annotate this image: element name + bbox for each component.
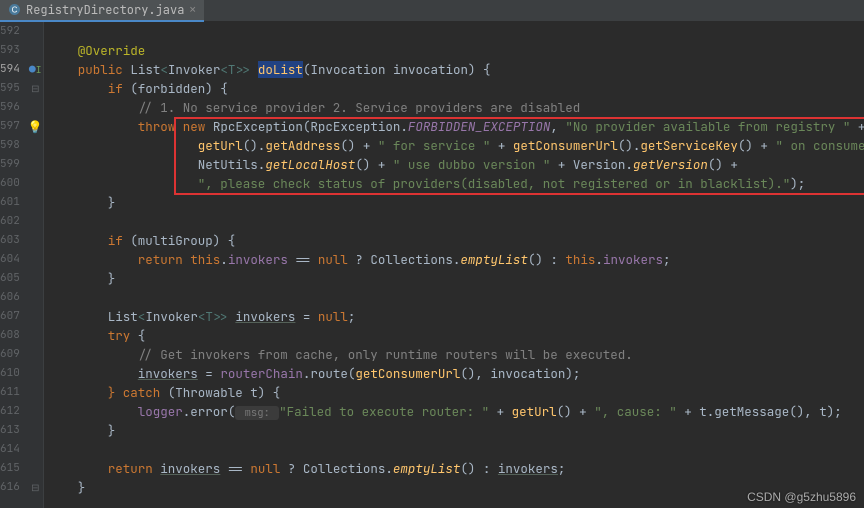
fold-icon[interactable]: ⊟ bbox=[30, 481, 40, 494]
file-tab-label: RegistryDirectory.java bbox=[26, 2, 184, 18]
close-icon[interactable]: ✕ bbox=[189, 3, 196, 17]
fold-icon[interactable]: ⊟ bbox=[30, 82, 40, 95]
code-line: } bbox=[48, 478, 864, 497]
code-editor[interactable]: 5925935945955965975985996006016026036046… bbox=[0, 22, 864, 508]
code-line: ", please check status of providers(disa… bbox=[48, 174, 864, 193]
override-icon[interactable]: ● bbox=[29, 63, 36, 77]
code-line: try { bbox=[48, 326, 864, 345]
code-line: if (forbidden) { bbox=[48, 79, 864, 98]
code-line bbox=[48, 288, 864, 307]
editor-tabbar: C RegistryDirectory.java ✕ bbox=[0, 0, 864, 22]
code-line: getUrl().getAddress() + " for service " … bbox=[48, 136, 864, 155]
line-number-gutter: 5925935945955965975985996006016026036046… bbox=[0, 22, 28, 508]
code-line: } bbox=[48, 269, 864, 288]
code-line: public List<Invoker<T>> doList(Invocatio… bbox=[48, 60, 864, 79]
code-line: return this.invokers == null ? Collectio… bbox=[48, 250, 864, 269]
code-line: invokers = routerChain.route(getConsumer… bbox=[48, 364, 864, 383]
watermark: CSDN @g5zhu5896 bbox=[747, 490, 856, 504]
code-line: } catch (Throwable t) { bbox=[48, 383, 864, 402]
intention-bulb-icon[interactable]: 💡 bbox=[28, 119, 43, 135]
code-line: // 1. No service provider 2. Service pro… bbox=[48, 98, 864, 117]
code-line: NetUtils.getLocalHost() + " use dubbo ve… bbox=[48, 155, 864, 174]
implements-icon[interactable]: I bbox=[36, 63, 42, 76]
code-line bbox=[48, 212, 864, 231]
code-line: } bbox=[48, 193, 864, 212]
code-line bbox=[48, 22, 864, 41]
code-line: // Get invokers from cache, only runtime… bbox=[48, 345, 864, 364]
file-tab[interactable]: C RegistryDirectory.java ✕ bbox=[0, 0, 204, 22]
code-line: if (multiGroup) { bbox=[48, 231, 864, 250]
ide-window: C RegistryDirectory.java ✕ 5925935945955… bbox=[0, 0, 864, 508]
marker-gutter: ●I ⊟ 💡 ⊟ bbox=[28, 22, 44, 508]
code-line: logger.error( msg: "Failed to execute ro… bbox=[48, 402, 864, 421]
code-line bbox=[48, 440, 864, 459]
svg-text:C: C bbox=[12, 6, 18, 15]
java-class-icon: C bbox=[8, 3, 21, 16]
code-area[interactable]: @Override public List<Invoker<T>> doList… bbox=[44, 22, 864, 508]
code-line: } bbox=[48, 421, 864, 440]
code-line: @Override bbox=[48, 41, 864, 60]
code-line: return invokers == null ? Collections.em… bbox=[48, 459, 864, 478]
code-line: List<Invoker<T>> invokers = null; bbox=[48, 307, 864, 326]
code-line: throw new RpcException(RpcException.FORB… bbox=[48, 117, 864, 136]
